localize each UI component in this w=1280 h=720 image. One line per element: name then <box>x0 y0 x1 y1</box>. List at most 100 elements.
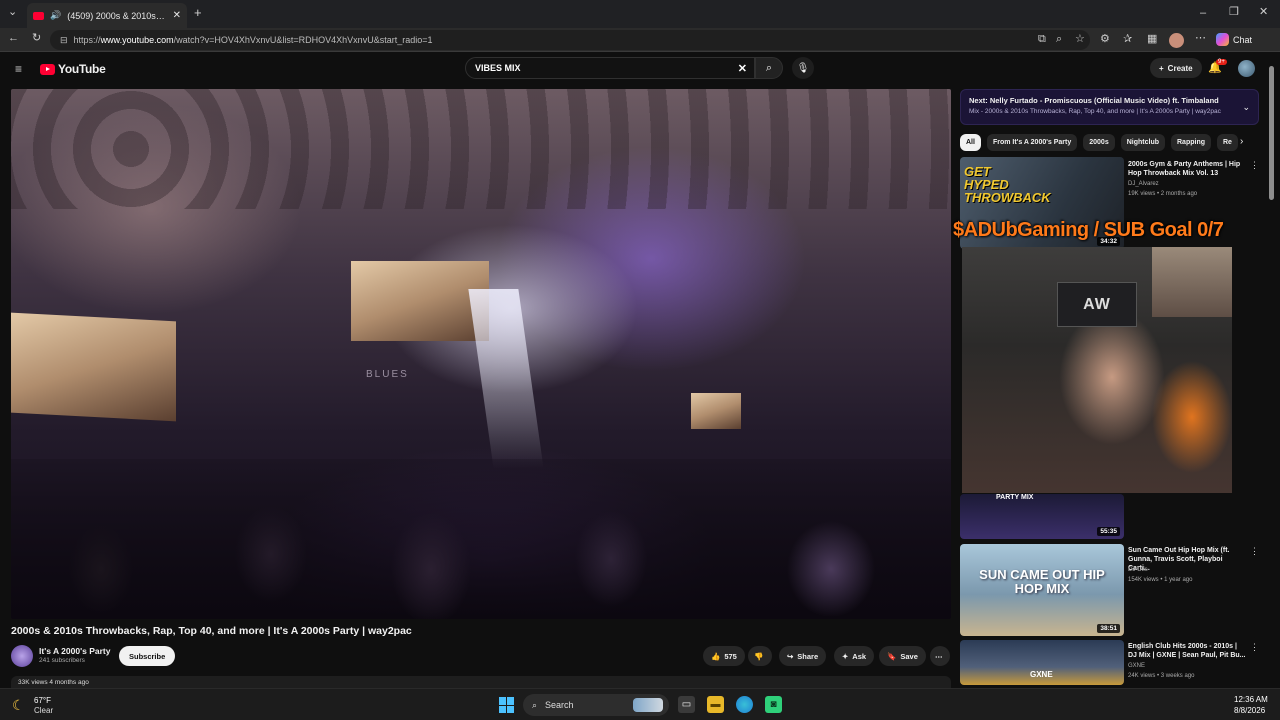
chip-all[interactable]: All <box>960 134 981 151</box>
page-scrollbar[interactable] <box>1269 60 1275 680</box>
app-icon[interactable]: ◙ <box>765 696 782 713</box>
video-player[interactable]: BLUES <box>11 89 951 619</box>
refresh-icon[interactable]: ↻ <box>32 33 41 44</box>
video-title: 2000s & 2010s Throwbacks, Rap, Top 40, a… <box>11 625 412 637</box>
create-button[interactable]: + Create <box>1150 58 1202 78</box>
thumb-text: GXNE <box>1030 670 1053 679</box>
wall-poster: AW <box>1057 282 1137 327</box>
search-button[interactable]: ⌕ <box>755 57 783 79</box>
file-explorer-icon[interactable]: ▬ <box>707 696 724 713</box>
account-avatar[interactable] <box>1238 60 1255 77</box>
rec-thumbnail[interactable]: GXNE <box>960 640 1124 685</box>
rec-title[interactable]: 2000s Gym & Party Anthems | Hip Hop Thro… <box>1128 160 1246 178</box>
tab-close-icon[interactable]: ✕ <box>173 10 181 21</box>
profile-avatar[interactable] <box>1169 33 1184 48</box>
rec-meta: 19K views • 2 months ago <box>1128 191 1198 197</box>
tab-title: (4509) 2000s & 2010s Throwb <box>67 10 166 21</box>
minimize-window-icon[interactable]: – <box>1200 8 1206 19</box>
duration-badge: 38:51 <box>1097 624 1120 633</box>
more-vertical-icon[interactable]: ⋮ <box>1250 642 1259 653</box>
microphone-icon: 🎙 <box>796 62 810 74</box>
share-button[interactable]: ↪ Share <box>779 646 827 666</box>
chip-2000s[interactable]: 2000s <box>1083 134 1115 151</box>
chip-truncated[interactable]: Re <box>1217 134 1238 151</box>
club-sign-text: BLUES <box>366 369 409 380</box>
rec-channel[interactable]: GXNE <box>1128 663 1145 669</box>
ask-button[interactable]: ✦ Ask <box>834 646 875 666</box>
site-info-icon[interactable]: ⊟ <box>60 35 68 46</box>
youtube-logo[interactable]: YouTube <box>40 62 106 76</box>
chevron-right-icon[interactable]: › <box>1240 136 1243 147</box>
share-icon: ↪ <box>787 651 794 661</box>
rec-title[interactable]: English Club Hits 2000s - 2010s | DJ Mix… <box>1128 642 1246 660</box>
start-pane-icon <box>499 705 506 713</box>
taskbar-search[interactable]: ⌕ Search <box>523 694 669 716</box>
start-pane-icon <box>507 705 514 713</box>
new-tab-icon[interactable]: + <box>194 6 202 19</box>
scrollbar-thumb[interactable] <box>1269 66 1274 200</box>
collections-icon[interactable]: ▦ <box>1147 34 1157 45</box>
tab-list-chevron-icon[interactable]: ⌄ <box>8 7 17 18</box>
hamburger-menu-icon[interactable]: ≡ <box>15 63 22 75</box>
dislike-button[interactable]: 👎 <box>748 646 772 666</box>
more-menu-icon[interactable]: ⋯ <box>1195 33 1206 44</box>
like-count: 575 <box>724 651 737 661</box>
chip-nightclub[interactable]: Nightclub <box>1120 134 1165 151</box>
save-button[interactable]: 🔖 Save <box>879 646 926 666</box>
clear-search-icon[interactable]: ✕ <box>738 62 747 75</box>
maximize-window-icon[interactable]: ❐ <box>1229 7 1239 18</box>
moon-weather-icon[interactable]: ☾ <box>12 697 25 714</box>
edge-browser-icon[interactable] <box>736 696 753 713</box>
sub-goal-overlay: $ADUbGaming / SUB Goal 0/7 <box>953 219 1224 241</box>
favorite-star-icon[interactable]: ☆ <box>1075 34 1085 45</box>
search-icon: ⌕ <box>765 61 773 74</box>
next-up-panel[interactable]: Next: Nelly Furtado - Promiscuous (Offic… <box>960 89 1259 125</box>
zoom-icon[interactable]: ⌕ <box>1056 34 1062 45</box>
copilot-chat-button[interactable]: Chat <box>1216 33 1252 46</box>
create-label: Create <box>1167 63 1193 73</box>
rec-channel[interactable]: DJ Otis <box>1128 567 1148 573</box>
subscribe-button[interactable]: Subscribe <box>119 646 176 666</box>
weather-condition[interactable]: Clear <box>34 706 53 715</box>
extensions-icon[interactable]: ⚙ <box>1100 34 1110 45</box>
more-actions-button[interactable]: ⋯ <box>930 646 950 666</box>
back-arrow-icon[interactable]: ← <box>8 33 19 44</box>
browser-address-bar: ← ↻ ⊟ https://www.youtube.com/watch?v=HO… <box>0 28 1280 52</box>
more-vertical-icon[interactable]: ⋮ <box>1250 160 1259 171</box>
close-window-icon[interactable]: ✕ <box>1259 7 1268 18</box>
windows-start-button[interactable] <box>499 697 515 713</box>
audio-playing-icon[interactable]: 🔊 <box>50 11 61 20</box>
rec-meta: 154K views • 1 year ago <box>1128 577 1193 583</box>
browser-tab-active[interactable]: 🔊 (4509) 2000s & 2010s Throwb ✕ <box>27 3 187 28</box>
chip-rapping[interactable]: Rapping <box>1171 134 1211 151</box>
url-field[interactable]: ⊟ https://www.youtube.com/watch?v=HOV4Xh… <box>50 30 1090 50</box>
favorites-icon[interactable]: ✰ <box>1123 34 1132 45</box>
search-icon: ⌕ <box>532 699 538 710</box>
channel-avatar[interactable] <box>11 645 33 667</box>
shelf-decor <box>1152 247 1232 317</box>
notification-count-badge: 9+ <box>1216 59 1227 65</box>
taskbar-date[interactable]: 8/8/2026 <box>1234 706 1265 715</box>
rec-thumbnail[interactable]: PARTY MIX 55:35 <box>960 494 1124 539</box>
chevron-down-icon[interactable]: ⌄ <box>1242 102 1250 113</box>
rec-thumbnail[interactable]: SUN CAME OUT HIP HOP MIX 38:51 <box>960 544 1124 636</box>
search-input[interactable]: VIBES MIX ✕ <box>465 57 755 79</box>
chip-from-channel[interactable]: From It's A 2000's Party <box>986 134 1078 151</box>
rec-channel[interactable]: DJ_Alvarez <box>1128 181 1159 187</box>
more-vertical-icon[interactable]: ⋮ <box>1250 546 1259 557</box>
save-label: Save <box>900 651 918 661</box>
task-view-icon[interactable]: ▭ <box>678 696 695 713</box>
weather-temperature[interactable]: 67°F <box>34 696 51 705</box>
url-text: https://www.youtube.com/watch?v=HOV4XhVx… <box>73 35 433 45</box>
club-screen-left <box>11 312 176 422</box>
logo-text: YouTube <box>58 62 106 76</box>
video-description-box[interactable]: 33K views 4 months ago <box>11 676 951 688</box>
views-date: 33K views 4 months ago <box>18 679 89 686</box>
voice-search-button[interactable]: 🎙 <box>792 57 814 79</box>
filter-chips: All From It's A 2000's Party 2000s Night… <box>960 134 1256 152</box>
taskbar-time[interactable]: 12:36 AM <box>1234 695 1268 704</box>
channel-name[interactable]: It's A 2000's Party <box>39 646 110 656</box>
open-in-app-icon[interactable]: ⧉ <box>1038 34 1046 45</box>
thumb-text: SUN CAME OUT HIP HOP MIX <box>979 567 1105 596</box>
like-button[interactable]: 👍 575 <box>703 646 745 666</box>
